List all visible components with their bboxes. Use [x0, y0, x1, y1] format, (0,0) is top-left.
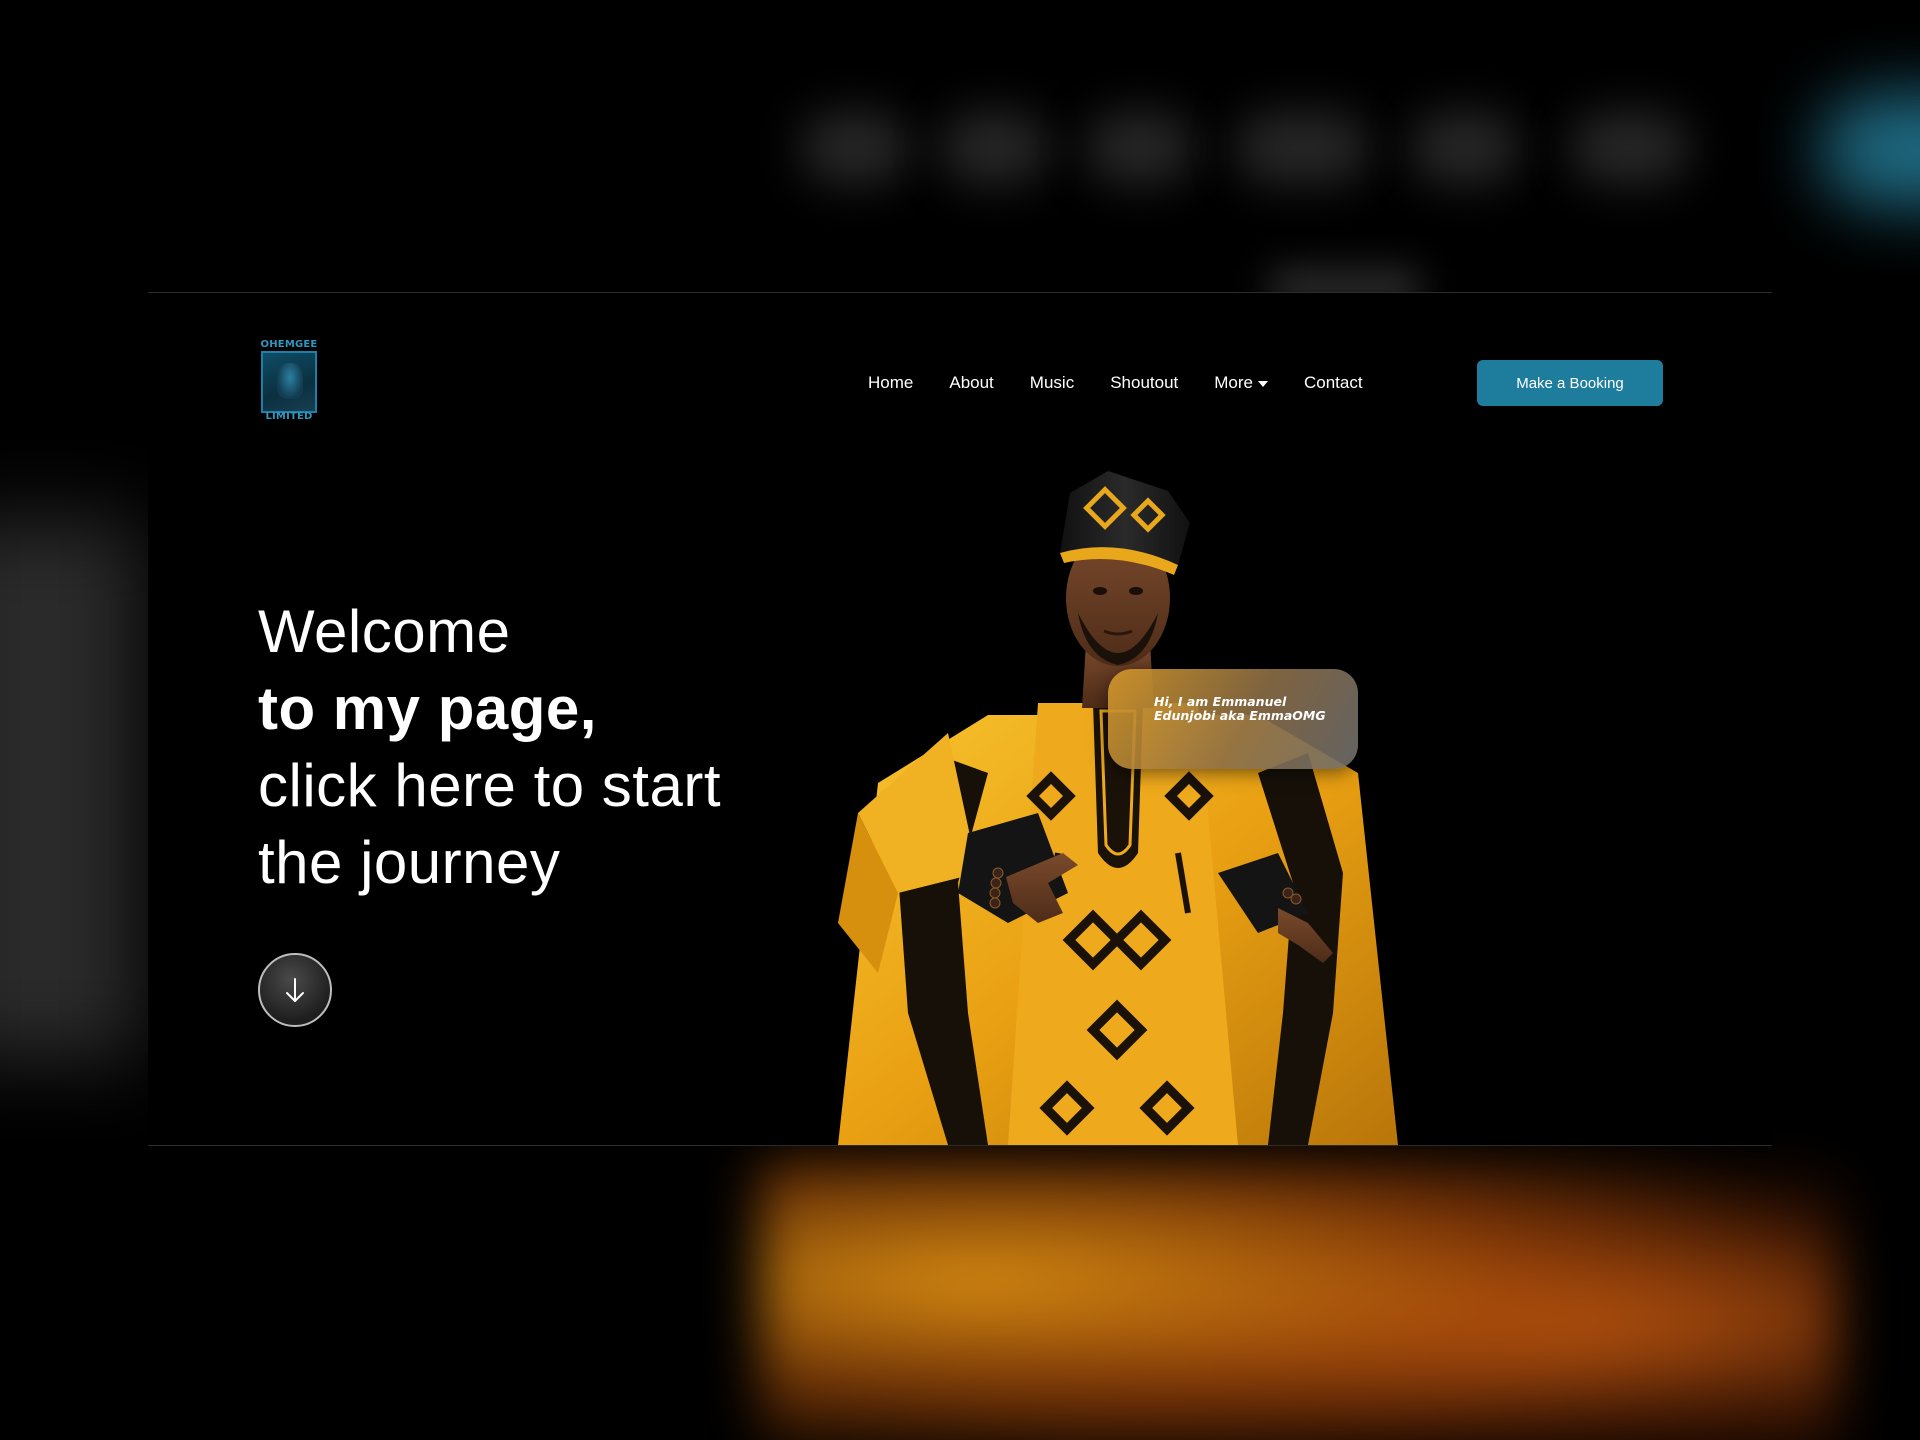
hero-line-click[interactable]: click here to start: [258, 747, 858, 824]
caret-down-icon: [1258, 381, 1268, 387]
nav-item-contact[interactable]: Contact: [1304, 373, 1363, 393]
brand-logo[interactable]: OHEMGEE LIMITED: [258, 339, 320, 423]
nav-item-more-label: More: [1214, 373, 1253, 392]
hero-line-journey: the journey: [258, 829, 561, 896]
website-hero-panel: OHEMGEE LIMITED Home About Music Shoutou…: [148, 292, 1772, 1146]
blurred-backdrop-shape: [940, 112, 1050, 184]
logo-frame: [261, 351, 317, 413]
main-nav: Home About Music Shoutout More Contact: [868, 373, 1399, 393]
hero-heading: Welcome to my page, click here to start …: [258, 593, 858, 901]
intro-speech-card: Hi, I am Emmanuel Edunjobi aka EmmaOMG: [1108, 669, 1358, 769]
blurred-backdrop-shape: [1410, 112, 1520, 184]
artist-portrait: [838, 471, 1398, 1145]
mockup-stage: OHEMGEE LIMITED Home About Music Shoutou…: [0, 0, 1920, 1440]
nav-item-more[interactable]: More: [1214, 373, 1268, 393]
scroll-down-button[interactable]: [258, 953, 332, 1027]
make-booking-button[interactable]: Make a Booking: [1477, 360, 1663, 406]
blurred-backdrop-shape: [800, 112, 910, 184]
logo-bottom-text: LIMITED: [265, 411, 313, 422]
nav-item-home[interactable]: Home: [868, 373, 913, 393]
blurred-backdrop-shape: [1085, 112, 1195, 184]
nav-item-about[interactable]: About: [949, 373, 993, 393]
intro-speech-text: Hi, I am Emmanuel Edunjobi aka EmmaOMG: [1154, 694, 1326, 723]
blurred-backdrop-left: [0, 520, 140, 1060]
logo-top-text: OHEMGEE: [260, 339, 318, 350]
blurred-backdrop-teal: [1820, 95, 1920, 205]
blurred-backdrop-shape: [1570, 112, 1690, 184]
blurred-backdrop-shape: [1235, 112, 1370, 184]
blurred-backdrop-gold: [760, 1160, 1840, 1440]
nav-item-music[interactable]: Music: [1030, 373, 1074, 393]
arrow-down-icon: [286, 978, 304, 1002]
logo-face-icon: [277, 363, 303, 399]
nav-item-shoutout[interactable]: Shoutout: [1110, 373, 1178, 393]
hero-line-page: to my page,: [258, 675, 597, 742]
hero-line-welcome: Welcome: [258, 598, 511, 665]
